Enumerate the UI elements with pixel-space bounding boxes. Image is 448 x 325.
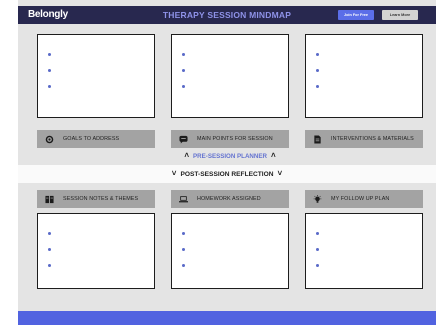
follow-up-label: MY FOLLOW UP PLAN [305,190,423,208]
section-label: HOMEWORK ASSIGNED [197,196,261,202]
bullet [182,264,185,267]
main-points-label: MAIN POINTS FOR SESSION [171,130,289,148]
double-chevron-up-icon: ˄ [184,151,190,160]
bullet [48,85,51,88]
section-label: INTERVENTIONS & MATERIALS [331,136,414,142]
bullet [48,53,51,56]
bullet [316,232,319,235]
double-chevron-up-icon: ˄ [270,151,276,160]
main-points-box[interactable] [171,34,289,118]
document-icon [313,134,322,144]
interventions-label: INTERVENTIONS & MATERIALS [305,130,423,148]
section-label: MAIN POINTS FOR SESSION [197,136,273,142]
target-icon [45,135,54,144]
bullet [182,85,185,88]
section-label: GOALS TO ADDRESS [63,136,120,142]
footer-bar [18,311,436,325]
lightbulb-icon [313,194,322,204]
double-chevron-down-icon: ˅ [277,169,283,178]
session-notes-box[interactable] [37,213,155,289]
reflection-label: POST-SESSION REFLECTION [180,170,274,178]
bullet [182,69,185,72]
bullet [48,248,51,251]
homework-label: HOMEWORK ASSIGNED [171,190,289,208]
post-session-reflection-heading: ˅ POST-SESSION REFLECTION ˅ [18,165,436,183]
follow-up-box[interactable] [305,213,423,289]
homework-box[interactable] [171,213,289,289]
bullet [316,264,319,267]
bullet [182,248,185,251]
join-for-free-button[interactable]: Join For Free [338,10,374,20]
goals-box[interactable] [37,34,155,118]
planner-label: PRE-SESSION PLANNER [193,152,267,160]
laptop-icon [179,195,188,204]
pre-session-planner-heading: ˄ PRE-SESSION PLANNER ˄ [170,151,290,161]
bullet [48,69,51,72]
bullet [182,53,185,56]
bullet [316,248,319,251]
double-chevron-down-icon: ˅ [171,169,177,178]
bullet [316,85,319,88]
session-notes-label: SESSION NOTES & THEMES [37,190,155,208]
learn-more-button[interactable]: Learn More [382,10,418,20]
interventions-box[interactable] [305,34,423,118]
chat-icon [179,135,188,144]
notes-icon [45,195,54,204]
bullet [316,69,319,72]
section-label: MY FOLLOW UP PLAN [331,196,390,202]
goals-label: GOALS TO ADDRESS [37,130,155,148]
bullet [48,264,51,267]
bullet [316,53,319,56]
bullet [182,232,185,235]
section-label: SESSION NOTES & THEMES [63,196,139,202]
bullet [48,232,51,235]
header-bar: Belongly THERAPY SESSION MINDMAP Join Fo… [18,6,436,24]
